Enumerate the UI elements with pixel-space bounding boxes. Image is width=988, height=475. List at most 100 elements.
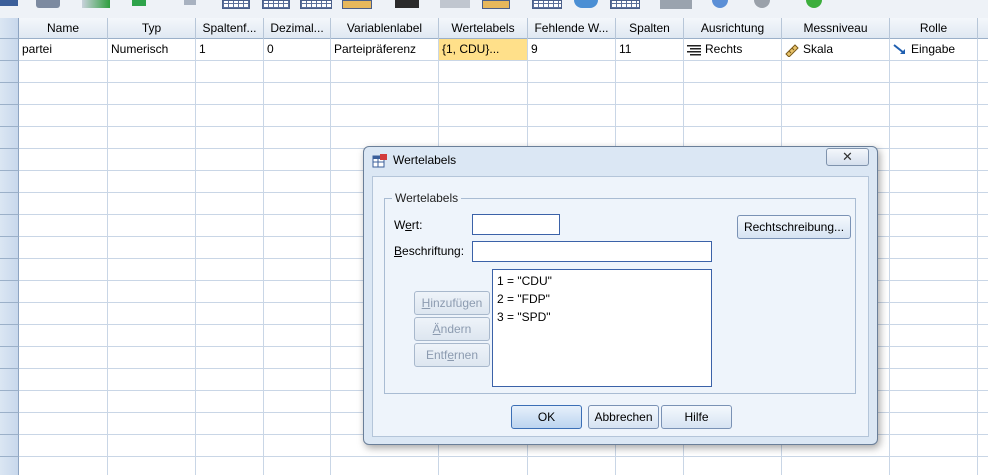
- column-header-dezimal[interactable]: Dezimal...: [264, 18, 331, 39]
- row-number[interactable]: [0, 83, 19, 105]
- sets-icon[interactable]: [574, 0, 598, 8]
- cell-rolle[interactable]: [890, 435, 978, 456]
- row-number[interactable]: [0, 193, 19, 215]
- export-data-icon[interactable]: [132, 0, 146, 6]
- cell-name[interactable]: [19, 215, 108, 236]
- row-number[interactable]: [0, 457, 19, 475]
- row-number[interactable]: [0, 435, 19, 457]
- column-header-spalten[interactable]: Spalten: [616, 18, 684, 39]
- cell-typ[interactable]: [108, 303, 196, 324]
- row-number[interactable]: [0, 127, 19, 149]
- cell-spaltenformat[interactable]: [196, 61, 264, 82]
- row-number[interactable]: [0, 281, 19, 303]
- cell-typ[interactable]: [108, 149, 196, 170]
- cell-wertelabels[interactable]: [439, 61, 528, 82]
- cell-ausrichtung[interactable]: [684, 105, 782, 126]
- row-number[interactable]: [0, 149, 19, 171]
- cell-name[interactable]: [19, 237, 108, 258]
- find-icon[interactable]: [342, 0, 372, 9]
- change-button[interactable]: Ändern: [414, 317, 490, 341]
- gray-circle-icon[interactable]: [754, 0, 770, 8]
- cell-fehlende[interactable]: [528, 127, 616, 148]
- row-number[interactable]: [0, 61, 19, 83]
- cell-name[interactable]: [19, 83, 108, 104]
- cell-dezimal[interactable]: [264, 105, 331, 126]
- row-number[interactable]: [0, 39, 19, 61]
- cell-typ[interactable]: [108, 369, 196, 390]
- green-check-icon[interactable]: [806, 0, 822, 8]
- close-button[interactable]: ✕: [826, 148, 869, 166]
- cell-fehlende[interactable]: 9: [528, 39, 616, 60]
- cell-spaltenformat[interactable]: [196, 391, 264, 412]
- cell-typ[interactable]: Numerisch: [108, 39, 196, 60]
- cell-dezimal[interactable]: [264, 171, 331, 192]
- cell-ausrichtung[interactable]: Rechts: [684, 39, 782, 60]
- cell-name[interactable]: [19, 105, 108, 126]
- value-labels-toolbar-icon[interactable]: [532, 0, 562, 9]
- split-file-icon[interactable]: [395, 0, 419, 8]
- cell-ausrichtung[interactable]: [684, 61, 782, 82]
- cell-typ[interactable]: [108, 171, 196, 192]
- cell-fehlende[interactable]: [528, 457, 616, 475]
- select-cases-icon[interactable]: [482, 0, 510, 9]
- cell-typ[interactable]: [108, 237, 196, 258]
- list-item[interactable]: 3 = "SPD": [493, 308, 711, 326]
- column-header-wertelabels[interactable]: Wertelabels: [439, 18, 528, 39]
- column-header-spaltenformat[interactable]: Spaltenf...: [196, 18, 264, 39]
- cell-spaltenformat[interactable]: [196, 105, 264, 126]
- cell-typ[interactable]: [108, 127, 196, 148]
- cell-name[interactable]: [19, 171, 108, 192]
- ok-button[interactable]: OK: [511, 405, 582, 429]
- column-header-variablenlabel[interactable]: Variablenlabel: [331, 18, 439, 39]
- cell-name[interactable]: [19, 435, 108, 456]
- cell-spaltenformat[interactable]: [196, 435, 264, 456]
- row-number[interactable]: [0, 171, 19, 193]
- cell-dezimal[interactable]: [264, 127, 331, 148]
- cell-wertelabels[interactable]: [439, 83, 528, 104]
- cell-rolle[interactable]: [890, 391, 978, 412]
- cell-spaltenformat[interactable]: [196, 149, 264, 170]
- cell-dezimal[interactable]: [264, 325, 331, 346]
- cell-spaltenformat[interactable]: [196, 347, 264, 368]
- column-header-rolle[interactable]: Rolle: [890, 18, 978, 39]
- cell-name[interactable]: [19, 325, 108, 346]
- cell-messniveau[interactable]: [782, 127, 890, 148]
- row-number[interactable]: [0, 237, 19, 259]
- cell-wertelabels[interactable]: [439, 105, 528, 126]
- row-number[interactable]: [0, 391, 19, 413]
- cell-typ[interactable]: [108, 105, 196, 126]
- cell-dezimal[interactable]: [264, 237, 331, 258]
- cell-rolle[interactable]: [890, 259, 978, 280]
- column-header-fehlende[interactable]: Fehlende W...: [528, 18, 616, 39]
- cell-spaltenformat[interactable]: [196, 369, 264, 390]
- cell-rolle[interactable]: [890, 457, 978, 475]
- cell-ausrichtung[interactable]: [684, 83, 782, 104]
- import-data-icon[interactable]: [82, 0, 110, 8]
- cell-rolle[interactable]: [890, 61, 978, 82]
- row-number[interactable]: [0, 259, 19, 281]
- cell-spaltenformat[interactable]: [196, 237, 264, 258]
- cell-dezimal[interactable]: [264, 391, 331, 412]
- cell-variablenlabel[interactable]: [331, 61, 439, 82]
- cell-dezimal[interactable]: [264, 435, 331, 456]
- cell-rolle[interactable]: [890, 215, 978, 236]
- data-view-icon[interactable]: [0, 0, 18, 6]
- cell-spaltenformat[interactable]: [196, 127, 264, 148]
- cell-name[interactable]: [19, 413, 108, 434]
- cell-spalten[interactable]: [616, 83, 684, 104]
- cell-messniveau[interactable]: [782, 61, 890, 82]
- cell-spalten[interactable]: 11: [616, 39, 684, 60]
- cell-rolle[interactable]: [890, 369, 978, 390]
- help-button[interactable]: Hilfe: [661, 405, 732, 429]
- undo-icon[interactable]: [184, 0, 196, 5]
- cell-dezimal[interactable]: [264, 83, 331, 104]
- cell-rolle[interactable]: [890, 171, 978, 192]
- cell-name[interactable]: [19, 149, 108, 170]
- cell-dezimal[interactable]: [264, 347, 331, 368]
- cell-variablenlabel[interactable]: [331, 83, 439, 104]
- cell-name[interactable]: [19, 259, 108, 280]
- corner-header[interactable]: [0, 18, 19, 39]
- cell-rolle[interactable]: [890, 281, 978, 302]
- cell-spaltenformat[interactable]: [196, 193, 264, 214]
- cell-wertelabels[interactable]: [439, 127, 528, 148]
